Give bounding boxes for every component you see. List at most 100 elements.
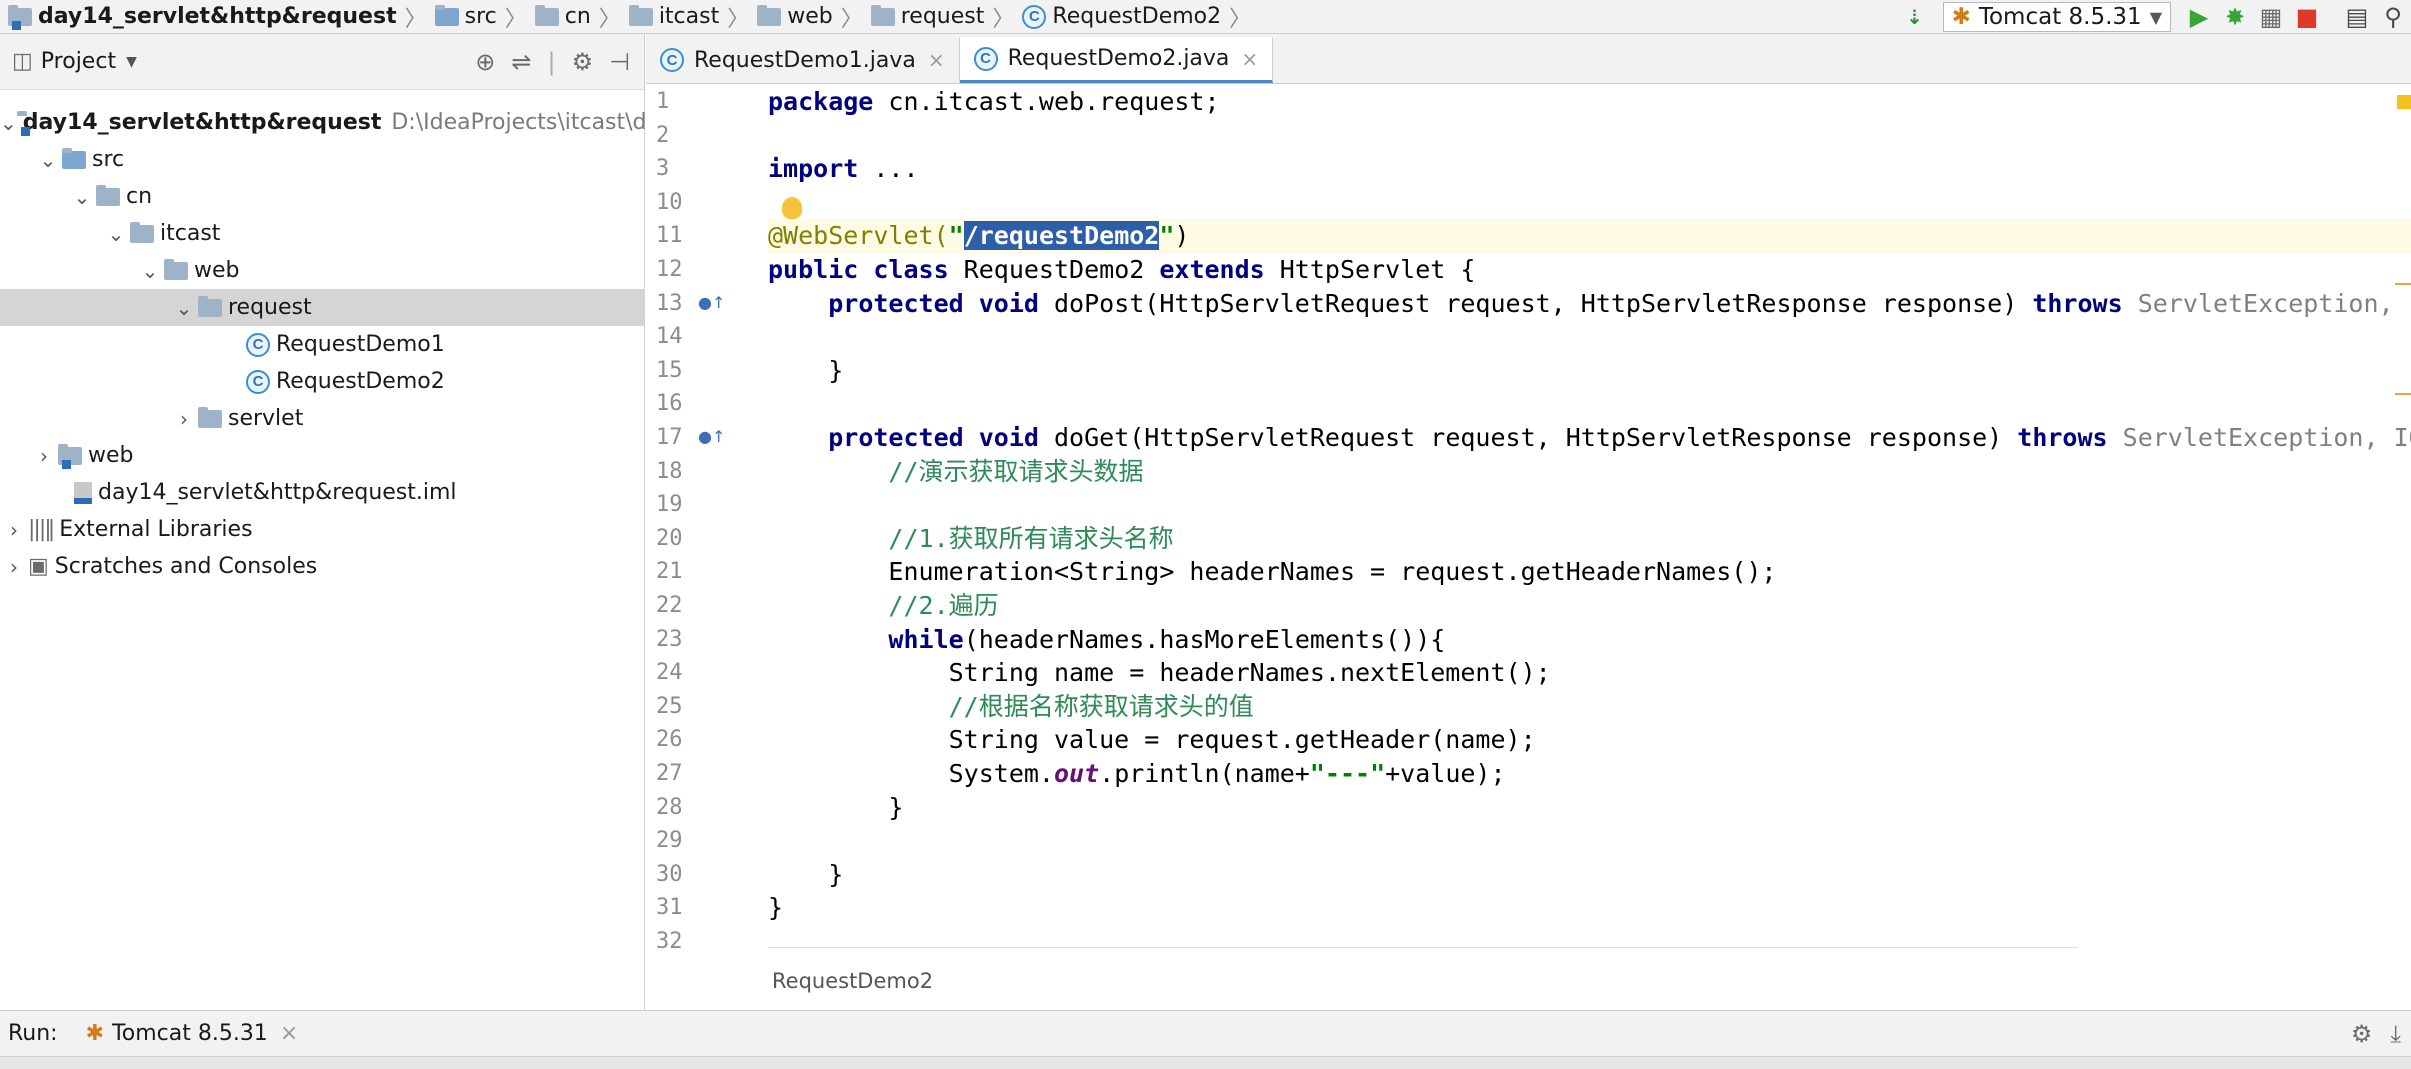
code-editor[interactable]: 1 2 3 10 11 12 13 14 15 16 17 18 19 20 2… xyxy=(646,85,2411,1010)
chevron-right-icon[interactable]: › xyxy=(170,407,198,431)
code-line: import ... xyxy=(768,152,919,186)
close-icon[interactable]: × xyxy=(1241,47,1258,71)
line-number: 29 xyxy=(656,828,683,854)
tree-item-label: Scratches and Consoles xyxy=(54,554,318,579)
tree-item-requestdemo2[interactable]: C RequestDemo2 xyxy=(0,363,645,400)
breadcrumb-itcast[interactable]: itcast 〉 xyxy=(621,0,749,34)
collapse-all-icon[interactable]: ⇌ xyxy=(511,48,531,76)
comment: //演示获取请求头数据 xyxy=(888,456,1144,486)
tab-requestdemo2[interactable]: C RequestDemo2.java × xyxy=(959,37,1274,83)
gear-icon[interactable]: ⚙ xyxy=(572,48,594,76)
run-config-label: Tomcat 8.5.31 xyxy=(1978,4,2142,30)
keyword: public class xyxy=(768,255,949,284)
search-icon[interactable]: ⚲ xyxy=(2375,0,2411,34)
module-folder-icon xyxy=(8,4,32,30)
project-tool-window: ◫ Project ▼ ⊕ ⇌ | ⚙ ⊣ ⌄ day14_servlet&ht… xyxy=(0,34,645,1010)
chevron-down-icon[interactable]: ⌄ xyxy=(34,148,62,172)
run-icon[interactable]: ▶ xyxy=(2181,0,2217,34)
run-configuration-select[interactable]: ✱ Tomcat 8.5.31 ▼ xyxy=(1942,2,2171,32)
coverage-icon[interactable]: ▦ xyxy=(2253,0,2289,34)
code-line: while(headerNames.hasMoreElements()){ xyxy=(768,623,1445,657)
gear-icon[interactable]: ⚙ xyxy=(2351,1020,2373,1048)
project-structure-icon[interactable]: ▤ xyxy=(2339,0,2375,34)
tree-item-scratches[interactable]: › ▣ Scratches and Consoles xyxy=(0,548,645,585)
code-area[interactable]: package cn.itcast.web.request; import ..… xyxy=(768,85,2411,1010)
chevron-down-icon[interactable]: ⌄ xyxy=(170,296,198,320)
breadcrumb-web[interactable]: web 〉 xyxy=(749,0,863,34)
hide-icon[interactable]: ⊣ xyxy=(609,48,630,76)
tree-item-src[interactable]: ⌄ src xyxy=(0,141,645,178)
class-icon: C xyxy=(973,46,998,71)
tree-item-cn[interactable]: ⌄ cn xyxy=(0,178,645,215)
editor-breadcrumb[interactable]: RequestDemo2 xyxy=(772,969,933,993)
chevron-right-icon: 〉 xyxy=(598,6,621,32)
chevron-right-icon[interactable]: › xyxy=(30,444,58,468)
debug-icon[interactable]: ✸ xyxy=(2217,0,2253,34)
tree-item-module[interactable]: ⌄ day14_servlet&http&request D:\IdeaProj… xyxy=(0,104,645,141)
tree-item-requestdemo1[interactable]: C RequestDemo1 xyxy=(0,326,645,363)
hide-icon[interactable]: ⤓ xyxy=(2390,1020,2401,1048)
code-text: ... xyxy=(858,154,919,184)
chevron-down-icon[interactable]: ⌄ xyxy=(0,111,17,135)
breadcrumb-request[interactable]: request 〉 xyxy=(863,0,1014,34)
string-literal: " xyxy=(948,221,964,251)
locate-icon[interactable]: ⊕ xyxy=(475,48,495,76)
line-number: 19 xyxy=(656,492,683,518)
library-icon: |||‖ xyxy=(28,517,55,542)
code-text: (headerNames.hasMoreElements()){ xyxy=(963,624,1446,654)
package-folder-icon xyxy=(534,4,559,26)
tree-item-itcast[interactable]: ⌄ itcast xyxy=(0,215,645,252)
error-stripe[interactable] xyxy=(2393,85,2411,1010)
source-folder-icon xyxy=(434,4,459,26)
lightbulb-icon[interactable] xyxy=(782,197,802,219)
stripe-marker[interactable] xyxy=(2395,393,2411,395)
breadcrumb-project[interactable]: day14_servlet&http&request 〉 xyxy=(0,0,427,34)
chevron-down-icon[interactable]: ⌄ xyxy=(136,259,164,283)
chevron-right-icon[interactable]: › xyxy=(0,518,28,542)
code-text: System. xyxy=(768,759,1054,788)
string-literal: " xyxy=(1159,221,1175,251)
iml-file-icon xyxy=(74,481,92,504)
stripe-marker[interactable] xyxy=(2395,283,2411,285)
override-icon[interactable]: ●↑ xyxy=(698,427,725,446)
tree-item-web-root[interactable]: › web xyxy=(0,437,645,474)
code-text: .println(name+ xyxy=(1099,759,1310,788)
build-icon[interactable]: ⇣ xyxy=(1897,0,1933,34)
override-icon[interactable]: ●↑ xyxy=(698,293,725,312)
breadcrumb-label: request xyxy=(900,4,985,29)
code-text: doPost(HttpServletRequest request, HttpS… xyxy=(1038,288,2033,318)
close-icon[interactable]: × xyxy=(928,48,945,72)
code-text: ) xyxy=(1174,221,1190,251)
tree-item-servlet[interactable]: › servlet xyxy=(0,400,645,437)
navigation-bar: day14_servlet&http&request 〉 src 〉 cn 〉 itc… xyxy=(0,0,2411,34)
tree-item-label: cn xyxy=(126,184,153,209)
chevron-right-icon[interactable]: › xyxy=(0,555,28,579)
tree-item-label: External Libraries xyxy=(59,517,253,542)
project-view-select[interactable]: Project xyxy=(41,49,116,74)
line-number: 11 xyxy=(656,223,683,249)
tree-item-label: web xyxy=(194,258,240,283)
tree-item-iml[interactable]: day14_servlet&http&request.iml xyxy=(0,474,645,511)
line-number: 1 xyxy=(656,89,670,114)
module-path: D:\IdeaProjects\itcast\da xyxy=(391,110,645,135)
code-text: RequestDemo2 xyxy=(948,255,1160,284)
breadcrumb-class[interactable]: C RequestDemo2 〉 xyxy=(1014,0,1251,34)
tree-item-label: RequestDemo1 xyxy=(276,332,445,357)
run-tab-label[interactable]: Tomcat 8.5.31 xyxy=(112,1021,268,1046)
chevron-down-icon[interactable]: ⌄ xyxy=(102,222,130,246)
warning-marker-icon[interactable] xyxy=(2397,95,2411,109)
tree-item-label: src xyxy=(92,147,125,172)
tab-requestdemo1[interactable]: C RequestDemo1.java × xyxy=(646,37,960,83)
breadcrumb-cn[interactable]: cn 〉 xyxy=(527,0,621,34)
tree-item-external-libraries[interactable]: › |||‖ External Libraries xyxy=(0,511,645,548)
chevron-right-icon: 〉 xyxy=(1229,6,1252,32)
tree-item-request[interactable]: ⌄ request xyxy=(0,289,645,326)
tab-label: RequestDemo1.java xyxy=(694,47,916,73)
tree-item-web[interactable]: ⌄ web xyxy=(0,252,645,289)
breadcrumb-src[interactable]: src 〉 xyxy=(427,0,527,34)
close-icon[interactable]: × xyxy=(280,1021,298,1046)
static-field: out xyxy=(1053,759,1100,788)
chevron-down-icon[interactable]: ⌄ xyxy=(68,185,96,209)
chevron-down-icon[interactable]: ▼ xyxy=(126,54,137,70)
stop-icon[interactable]: ■ xyxy=(2289,0,2325,34)
